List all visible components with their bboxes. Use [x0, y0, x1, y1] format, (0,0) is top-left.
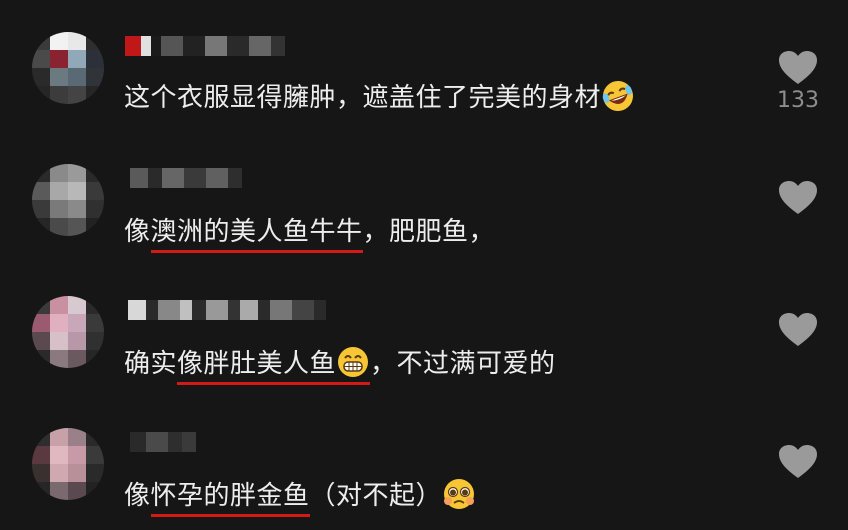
heart-icon — [779, 181, 817, 214]
underlined-phrase: 像胖肚美人鱼 — [177, 346, 371, 385]
like-button[interactable] — [776, 312, 820, 348]
comment-text-prefix: 确实 — [124, 349, 178, 379]
heart-icon — [779, 445, 817, 478]
comment-item: 像怀孕的胖金鱼（对不起） — [0, 396, 848, 528]
comment-text-prefix: 像 — [124, 481, 151, 511]
underlined-text: 像胖肚美人鱼 — [177, 349, 337, 379]
grinning-emoji-icon — [338, 346, 369, 377]
like-button[interactable] — [776, 444, 820, 480]
comment-text: 这个衣服显得臃肿，遮盖住了完美的身材 — [124, 80, 635, 116]
heart-icon — [779, 313, 817, 346]
comment-text: 像怀孕的胖金鱼（对不起） — [124, 478, 476, 517]
comment-feed: 这个衣服显得臃肿，遮盖住了完美的身材 133 像澳洲的美人鱼牛牛，肥肥鱼， 确实… — [0, 0, 848, 530]
avatar[interactable] — [32, 428, 104, 500]
comment-text: 确实像胖肚美人鱼 ，不过满可爱的 — [124, 346, 556, 385]
avatar[interactable] — [32, 164, 104, 236]
like-button[interactable] — [776, 180, 820, 216]
avatar[interactable] — [32, 296, 104, 368]
comment-text-suffix: ，肥肥鱼， — [362, 217, 496, 247]
comment-item: 确实像胖肚美人鱼 ，不过满可爱的 — [0, 264, 848, 396]
comment-text: 像澳洲的美人鱼牛牛，肥肥鱼， — [124, 214, 496, 253]
comment-item: 像澳洲的美人鱼牛牛，肥肥鱼， — [0, 132, 848, 264]
comment-text-suffix: （对不起） — [309, 481, 443, 511]
comment-text-prefix: 像 — [124, 217, 151, 247]
like-count: 133 — [777, 88, 819, 113]
username-blurred[interactable] — [125, 36, 285, 56]
rolling-laughing-emoji-icon — [602, 80, 634, 111]
username-blurred[interactable] — [130, 168, 242, 188]
pleading-emoji-icon — [444, 478, 475, 509]
underlined-phrase: 怀孕的胖金鱼 — [150, 481, 310, 517]
heart-icon — [779, 51, 817, 84]
comment-text-suffix: ，不过满可爱的 — [370, 349, 556, 379]
username-blurred[interactable] — [130, 432, 196, 452]
underlined-phrase: 澳洲的美人鱼牛牛 — [150, 217, 363, 253]
comment-text-main: 这个衣服显得臃肿，遮盖住了完美的身材 — [124, 83, 602, 113]
like-button[interactable]: 133 — [776, 50, 820, 113]
avatar[interactable] — [32, 32, 104, 104]
username-blurred[interactable] — [128, 300, 326, 320]
comment-item: 这个衣服显得臃肿，遮盖住了完美的身材 133 — [0, 0, 848, 132]
